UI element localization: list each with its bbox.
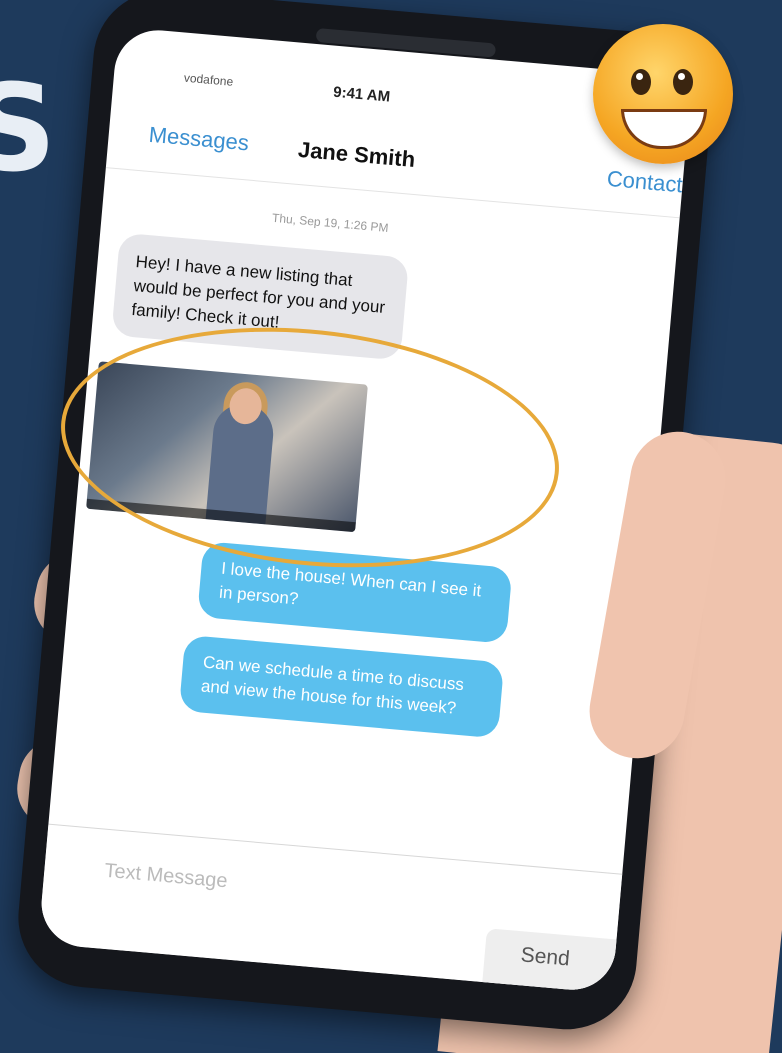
emoji-mouth (621, 109, 707, 149)
carrier-label: vodafone (183, 70, 234, 89)
clock: 9:41 AM (332, 83, 391, 106)
text-message-input[interactable]: Text Message (104, 860, 229, 894)
send-button[interactable]: Send (482, 928, 617, 994)
outgoing-message: Can we schedule a time to discuss and vi… (178, 634, 505, 739)
message-timestamp: Thu, Sep 19, 1:26 PM (271, 210, 390, 235)
contact-name: Jane Smith (297, 136, 417, 172)
emoji-eye (673, 69, 693, 95)
back-to-messages-button[interactable]: Messages (148, 122, 250, 157)
smiley-emoji-icon (593, 24, 733, 164)
background-letter: S (0, 60, 57, 199)
contact-button[interactable]: Contact (606, 166, 684, 199)
emoji-eye (631, 69, 651, 95)
